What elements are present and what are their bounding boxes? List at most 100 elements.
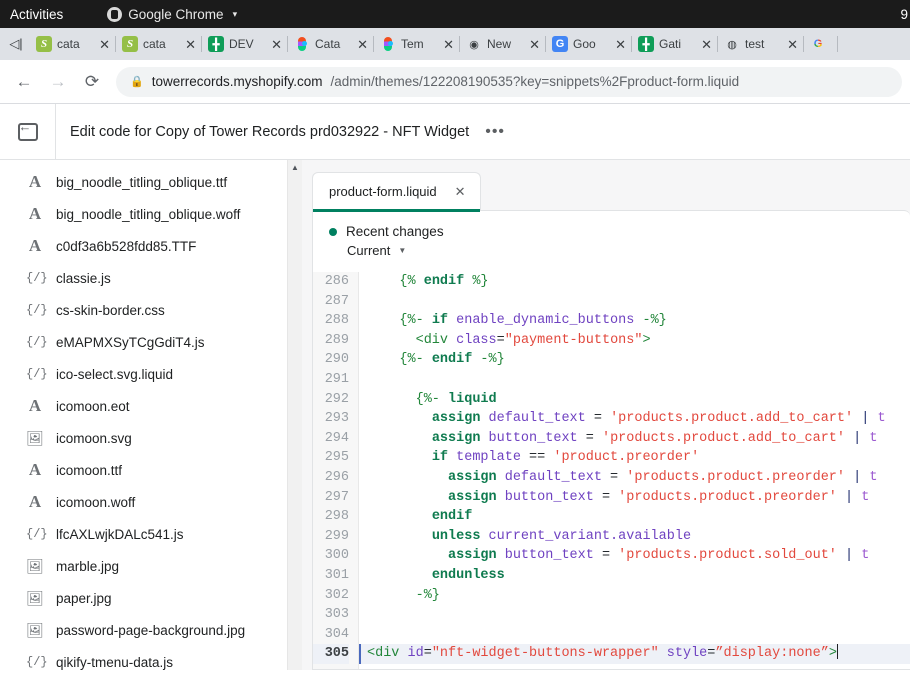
browser-tab[interactable]: Cata✕ (288, 28, 374, 60)
file-name: icomoon.eot (56, 399, 130, 414)
file-list-item[interactable]: {/}lfcAXLwjkDALc541.js (0, 518, 287, 550)
line-number: 295 (313, 448, 349, 468)
browser-tab[interactable]: ◉New✕ (460, 28, 546, 60)
code-line[interactable] (367, 370, 910, 390)
code-token: id (408, 646, 424, 661)
code-line[interactable] (367, 605, 910, 625)
close-icon[interactable]: ✕ (615, 38, 626, 51)
file-list-item[interactable]: Abig_noodle_titling_oblique.woff (0, 198, 287, 230)
code-line[interactable]: assign button_text = 'products.product.s… (367, 546, 910, 566)
code-token: current_variant.available (489, 529, 692, 544)
file-list-item[interactable]: {/}qikify-tmenu-data.js (0, 646, 287, 670)
browser-tab[interactable]: Tem ✕ (374, 28, 460, 60)
code-line[interactable]: assign button_text = 'products.product.a… (367, 429, 910, 449)
file-name: eMAPMXSyTCgGdiT4.js (56, 335, 205, 350)
more-actions-button[interactable]: ••• (485, 123, 505, 141)
code-token: {% (399, 274, 423, 289)
code-line[interactable]: {%- liquid (367, 390, 910, 410)
close-icon[interactable]: ✕ (185, 38, 196, 51)
code-token (399, 646, 407, 661)
browser-tab[interactable]: Scata✕ (30, 28, 116, 60)
version-selector[interactable]: Current ▼ (347, 243, 910, 258)
scroll-up-arrow-icon[interactable]: ▲ (288, 160, 302, 174)
code-line[interactable]: -%} (367, 586, 910, 606)
browser-tab[interactable]: GGoo✕ (546, 28, 632, 60)
code-token: | (845, 490, 853, 505)
brave-icon: ◉ (466, 36, 482, 52)
line-number: 289 (313, 331, 349, 351)
file-list-item[interactable]: Aicomoon.eot (0, 390, 287, 422)
code-token: "nft-widget-buttons-wrapper" (432, 646, 659, 661)
file-list-item[interactable]: 🖼icomoon.svg (0, 422, 287, 454)
exit-editor-button[interactable] (0, 104, 56, 160)
close-icon[interactable]: ✕ (455, 184, 466, 200)
close-icon[interactable]: ✕ (357, 38, 368, 51)
file-list-item[interactable]: 🖼paper.jpg (0, 582, 287, 614)
code-area[interactable]: 2862872882892902912922932942952962972982… (313, 272, 910, 669)
shopify-icon: S (36, 36, 52, 52)
address-bar[interactable]: 🔒 towerrecords.myshopify.com/admin/theme… (116, 67, 902, 97)
browser-tab[interactable]: ╋DEV✕ (202, 28, 288, 60)
figma-icon (294, 36, 310, 52)
code-line[interactable]: <div class="payment-buttons"> (367, 331, 910, 351)
code-line[interactable]: endunless (367, 566, 910, 586)
url-host: towerrecords.myshopify.com (152, 74, 323, 89)
code-line[interactable]: assign default_text = 'products.product.… (367, 468, 910, 488)
code-line[interactable]: endif (367, 507, 910, 527)
system-clock[interactable]: 9 (900, 0, 910, 28)
code-content[interactable]: {% endif %} {%- if enable_dynamic_button… (359, 272, 910, 669)
activities-button[interactable]: Activities (0, 7, 75, 22)
code-token: default_text (505, 470, 602, 485)
code-token: <div (367, 646, 399, 661)
file-list-item[interactable]: Aicomoon.ttf (0, 454, 287, 486)
code-token: "payment-buttons" (505, 333, 643, 348)
code-token (367, 313, 399, 328)
back-button[interactable]: ← (8, 66, 40, 98)
close-icon[interactable]: ✕ (701, 38, 712, 51)
close-icon[interactable]: ✕ (271, 38, 282, 51)
browser-tab[interactable]: ◍test✕ (718, 28, 804, 60)
close-icon[interactable]: ✕ (529, 38, 540, 51)
forward-button[interactable]: → (42, 66, 74, 98)
code-token (497, 470, 505, 485)
file-list-item[interactable]: {/}classie.js (0, 262, 287, 294)
file-list-item[interactable]: 🖼password-page-background.jpg (0, 614, 287, 646)
file-list-item[interactable]: Aicomoon.woff (0, 486, 287, 518)
file-list-item[interactable]: {/}cs-skin-border.css (0, 294, 287, 326)
code-token (480, 529, 488, 544)
code-token (480, 411, 488, 426)
reload-button[interactable]: ⟳ (76, 66, 108, 98)
browser-tab[interactable]: ╋Gati✕ (632, 28, 718, 60)
close-icon[interactable]: ✕ (99, 38, 110, 51)
sidebar-scrollbar[interactable]: ▲ (287, 160, 302, 670)
file-list-item[interactable]: {/}eMAPMXSyTCgGdiT4.js (0, 326, 287, 358)
browser-tab-title: Tem (401, 37, 438, 51)
status-dot-icon (329, 228, 337, 236)
browser-tab[interactable]: Scata✕ (116, 28, 202, 60)
code-line[interactable]: assign button_text = 'products.product.p… (367, 488, 910, 508)
close-icon[interactable]: ✕ (443, 38, 454, 51)
code-line[interactable]: {%- endif -%} (367, 350, 910, 370)
file-list-item[interactable]: Ac0df3a6b528fdd85.TTF (0, 230, 287, 262)
line-number: 296 (313, 468, 349, 488)
code-token (448, 313, 456, 328)
editor-tab-product-form[interactable]: product-form.liquid ✕ (312, 172, 481, 210)
code-line[interactable]: <div id="nft-widget-buttons-wrapper" sty… (359, 644, 910, 664)
file-list-item[interactable]: Abig_noodle_titling_oblique.ttf (0, 166, 287, 198)
close-icon[interactable]: ✕ (787, 38, 798, 51)
code-line[interactable]: assign default_text = 'products.product.… (367, 409, 910, 429)
code-line[interactable] (367, 625, 910, 645)
code-line[interactable] (367, 292, 910, 312)
active-app-menu[interactable]: Google Chrome ▾ (107, 7, 237, 22)
line-number: 298 (313, 507, 349, 527)
code-line[interactable]: unless current_variant.available (367, 527, 910, 547)
file-list-item[interactable]: {/}ico-select.svg.liquid (0, 358, 287, 390)
code-token (367, 352, 399, 367)
code-token: 'products.product.add_to_cart' (602, 431, 845, 446)
file-list-item[interactable]: 🖼marble.jpg (0, 550, 287, 582)
code-line[interactable]: {% endif %} (367, 272, 910, 292)
browser-tab[interactable]: G (804, 28, 838, 60)
code-line[interactable]: {%- if enable_dynamic_buttons -%} (367, 311, 910, 331)
code-line[interactable]: if template == 'product.preorder' (367, 448, 910, 468)
tab-search-icon[interactable]: ◁| (2, 28, 30, 60)
